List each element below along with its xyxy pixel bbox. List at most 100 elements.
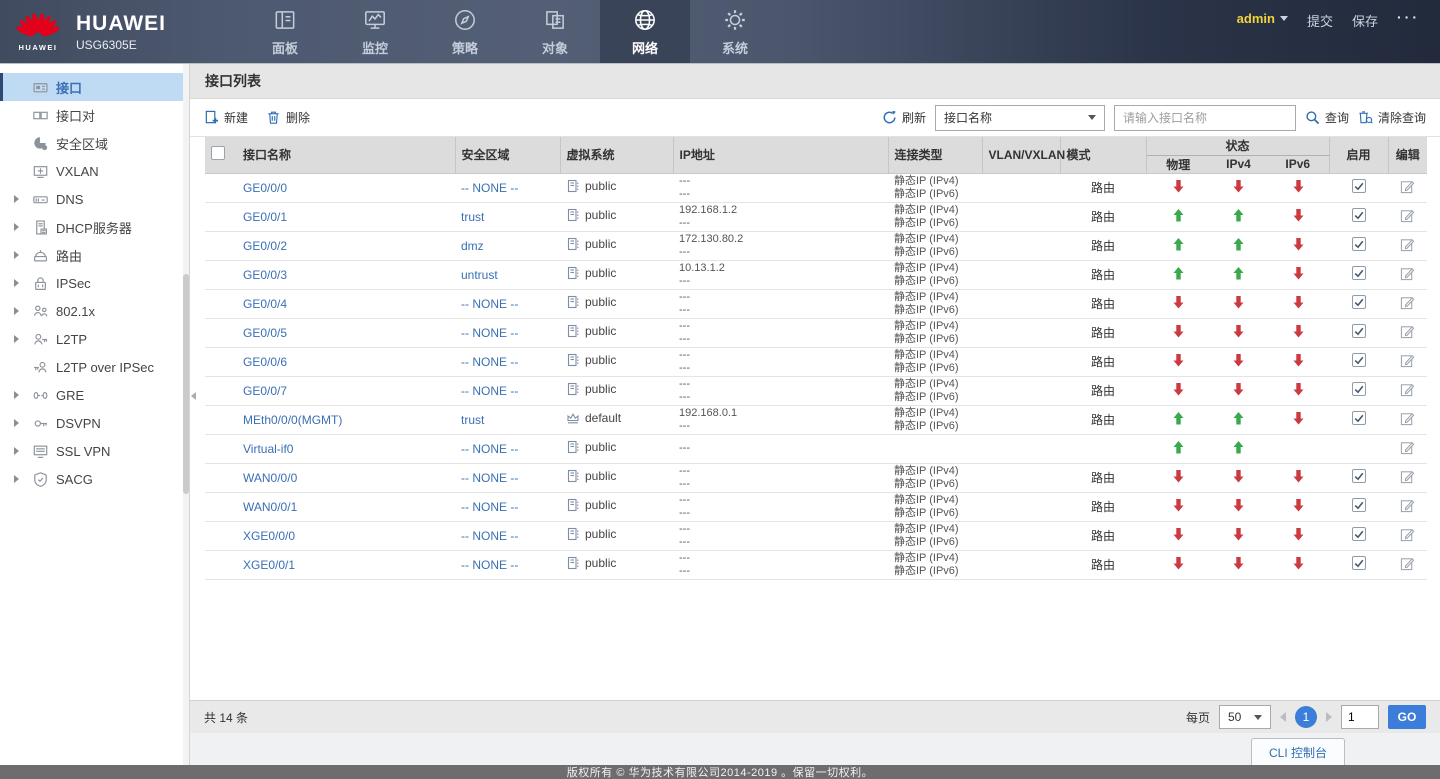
edit-icon[interactable] xyxy=(1400,440,1415,455)
security-zone-link[interactable]: -- NONE -- xyxy=(461,326,518,340)
interface-name-link[interactable]: WAN0/0/1 xyxy=(243,500,297,514)
edit-icon[interactable] xyxy=(1400,179,1415,194)
sidebar-scrollbar-thumb[interactable] xyxy=(183,274,189,494)
interface-name-link[interactable]: WAN0/0/0 xyxy=(243,471,297,485)
per-page-select[interactable]: 50 xyxy=(1219,705,1271,729)
enable-checkbox[interactable] xyxy=(1351,498,1366,512)
next-page-button[interactable] xyxy=(1326,712,1332,722)
prev-page-button[interactable] xyxy=(1280,712,1286,722)
enable-checkbox[interactable] xyxy=(1351,266,1366,280)
security-zone-link[interactable]: trust xyxy=(461,210,484,224)
interface-name-link[interactable]: GE0/0/1 xyxy=(243,210,287,224)
interface-name-link[interactable]: GE0/0/0 xyxy=(243,181,287,195)
filter-field-select[interactable]: 接口名称 xyxy=(934,104,1105,131)
expand-arrow-icon[interactable] xyxy=(13,447,19,455)
sidebar-item-l2tp-over-ipsec[interactable]: L2TP over IPSec xyxy=(0,353,189,381)
security-zone-link[interactable]: -- NONE -- xyxy=(461,384,518,398)
interface-name-link[interactable]: GE0/0/5 xyxy=(243,326,287,340)
interface-name-link[interactable]: XGE0/0/0 xyxy=(243,529,295,543)
nav-item-policy[interactable]: 策略 xyxy=(420,0,510,63)
interface-name-link[interactable]: Virtual-if0 xyxy=(243,442,293,456)
security-zone-link[interactable]: -- NONE -- xyxy=(461,355,518,369)
enable-checkbox[interactable] xyxy=(1351,382,1366,396)
interface-name-link[interactable]: GE0/0/7 xyxy=(243,384,287,398)
select-all-checkbox[interactable] xyxy=(211,146,225,161)
expand-arrow-icon[interactable] xyxy=(13,391,19,399)
expand-arrow-icon[interactable] xyxy=(13,335,19,343)
sidebar-item-ssl-vpn[interactable]: SSL VPN xyxy=(0,437,189,465)
expand-arrow-icon[interactable] xyxy=(13,475,19,483)
security-zone-link[interactable]: -- NONE -- xyxy=(461,529,518,543)
interface-name-link[interactable]: GE0/0/2 xyxy=(243,239,287,253)
security-zone-link[interactable]: -- NONE -- xyxy=(461,471,518,485)
security-zone-link[interactable]: -- NONE -- xyxy=(461,442,518,456)
edit-icon[interactable] xyxy=(1400,411,1415,426)
edit-icon[interactable] xyxy=(1400,237,1415,252)
sidebar-item-dns[interactable]: DNS xyxy=(0,185,189,213)
edit-icon[interactable] xyxy=(1400,353,1415,368)
sidebar-collapse-handle[interactable] xyxy=(191,382,201,410)
enable-checkbox[interactable] xyxy=(1351,556,1366,570)
interface-name-link[interactable]: GE0/0/4 xyxy=(243,297,287,311)
enable-checkbox[interactable] xyxy=(1351,411,1366,425)
security-zone-link[interactable]: -- NONE -- xyxy=(461,297,518,311)
edit-icon[interactable] xyxy=(1400,469,1415,484)
interface-name-link[interactable]: MEth0/0/0(MGMT) xyxy=(243,413,342,427)
enable-checkbox[interactable] xyxy=(1351,208,1366,222)
sidebar-item-gre[interactable]: GRE xyxy=(0,381,189,409)
security-zone-link[interactable]: dmz xyxy=(461,239,484,253)
sidebar-scrollbar[interactable] xyxy=(183,64,189,765)
delete-button[interactable]: 删除 xyxy=(266,109,310,126)
expand-arrow-icon[interactable] xyxy=(13,307,19,315)
edit-icon[interactable] xyxy=(1400,556,1415,571)
cli-console-button[interactable]: CLI 控制台 xyxy=(1250,738,1345,765)
enable-checkbox[interactable] xyxy=(1351,527,1366,541)
nav-item-network[interactable]: 网络 xyxy=(600,0,690,63)
enable-checkbox[interactable] xyxy=(1351,237,1366,251)
interface-name-link[interactable]: XGE0/0/1 xyxy=(243,558,295,572)
more-menu-icon[interactable]: ··· xyxy=(1397,9,1420,25)
sidebar-item-ipsec[interactable]: IPSec xyxy=(0,269,189,297)
edit-icon[interactable] xyxy=(1400,527,1415,542)
nav-item-system[interactable]: 系统 xyxy=(690,0,780,63)
security-zone-link[interactable]: -- NONE -- xyxy=(461,558,518,572)
nav-item-object[interactable]: 对象 xyxy=(510,0,600,63)
security-zone-link[interactable]: -- NONE -- xyxy=(461,500,518,514)
security-zone-link[interactable]: untrust xyxy=(461,268,498,282)
commit-button[interactable]: 提交 xyxy=(1307,11,1333,30)
page-goto-input[interactable] xyxy=(1341,705,1379,729)
nav-item-dashboard[interactable]: 面板 xyxy=(240,0,330,63)
sidebar-item-dsvpn[interactable]: DSVPN xyxy=(0,409,189,437)
sidebar-item-8021x[interactable]: 802.1x xyxy=(0,297,189,325)
edit-icon[interactable] xyxy=(1400,266,1415,281)
sidebar-item-route[interactable]: 路由 xyxy=(0,241,189,269)
user-menu[interactable]: admin xyxy=(1237,11,1288,26)
expand-arrow-icon[interactable] xyxy=(13,223,19,231)
nav-item-monitor[interactable]: 监控 xyxy=(330,0,420,63)
expand-arrow-icon[interactable] xyxy=(13,419,19,427)
sidebar-item-vxlan[interactable]: VXLAN xyxy=(0,157,189,185)
edit-icon[interactable] xyxy=(1400,324,1415,339)
sidebar-item-interface[interactable]: 接口 xyxy=(0,73,189,101)
current-page-button[interactable]: 1 xyxy=(1295,706,1317,728)
interface-name-link[interactable]: GE0/0/3 xyxy=(243,268,287,282)
sidebar-item-l2tp[interactable]: L2TP xyxy=(0,325,189,353)
sidebar-item-interface-pair[interactable]: 接口对 xyxy=(0,101,189,129)
edit-icon[interactable] xyxy=(1400,498,1415,513)
refresh-button[interactable]: 刷新 xyxy=(882,109,926,126)
enable-checkbox[interactable] xyxy=(1351,295,1366,309)
search-input[interactable] xyxy=(1113,104,1296,131)
sidebar-item-security-zone[interactable]: 安全区域 xyxy=(0,129,189,157)
sidebar-item-sacg[interactable]: SACG xyxy=(0,465,189,493)
expand-arrow-icon[interactable] xyxy=(13,251,19,259)
edit-icon[interactable] xyxy=(1400,295,1415,310)
new-button[interactable]: 新建 xyxy=(204,109,248,126)
expand-arrow-icon[interactable] xyxy=(13,279,19,287)
interface-name-link[interactable]: GE0/0/6 xyxy=(243,355,287,369)
enable-checkbox[interactable] xyxy=(1351,353,1366,367)
query-button[interactable]: 查询 xyxy=(1305,109,1349,126)
edit-icon[interactable] xyxy=(1400,382,1415,397)
security-zone-link[interactable]: trust xyxy=(461,413,484,427)
go-button[interactable]: GO xyxy=(1388,705,1426,729)
enable-checkbox[interactable] xyxy=(1351,179,1366,193)
